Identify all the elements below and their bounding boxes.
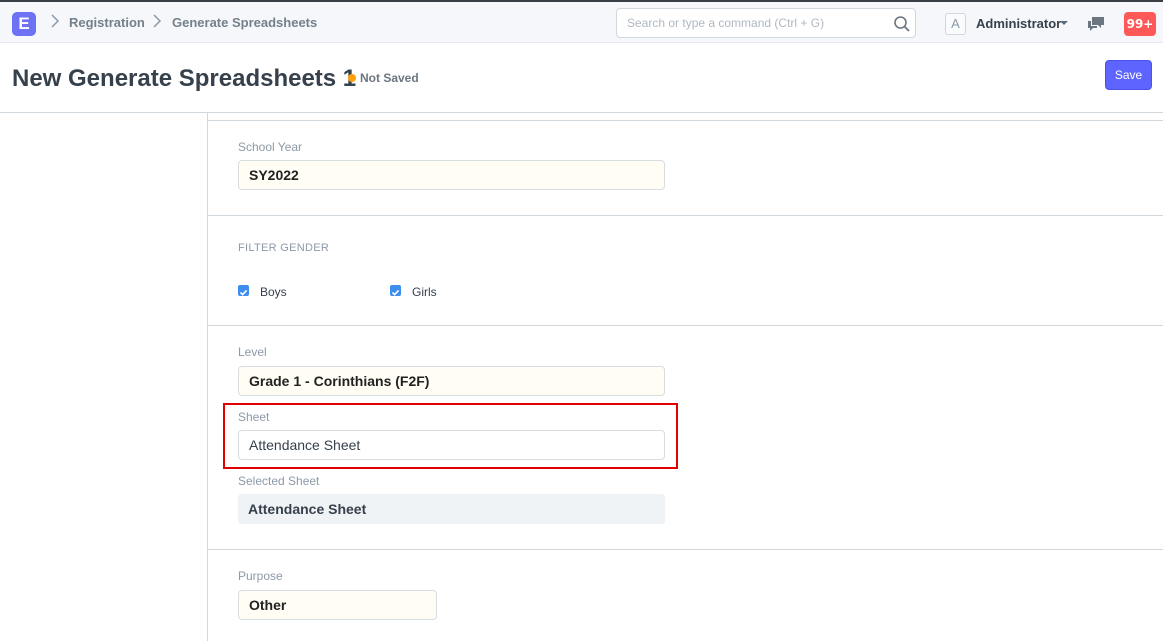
search-icon[interactable] — [893, 15, 911, 33]
search-box — [616, 8, 916, 38]
page-title: New Generate Spreadsheets 1 — [12, 65, 357, 92]
purpose-field[interactable]: Other — [238, 590, 437, 620]
purpose-label: Purpose — [238, 569, 283, 583]
breadcrumb-registration[interactable]: Registration — [69, 15, 145, 30]
girls-checkbox[interactable] — [390, 285, 401, 296]
school-year-label: School Year — [238, 140, 303, 154]
school-year-field[interactable]: SY2022 — [238, 160, 665, 190]
level-label: Level — [238, 345, 267, 359]
user-menu[interactable]: Administrator — [976, 16, 1061, 31]
form-section-filter-gender: FILTER GENDER Boys Girls — [208, 216, 1163, 326]
status-indicator-dot — [348, 74, 356, 82]
chat-icon[interactable] — [1087, 15, 1105, 33]
user-avatar[interactable]: A — [945, 13, 966, 35]
sheet-highlight-box — [223, 403, 678, 469]
form-section-purpose: Purpose Other — [208, 550, 1163, 641]
form-layout: School Year SY2022 FILTER GENDER Boys Gi… — [207, 113, 1163, 641]
boys-checkbox-label[interactable]: Boys — [260, 285, 287, 299]
caret-down-icon[interactable] — [1060, 21, 1068, 25]
filter-gender-heading: FILTER GENDER — [238, 242, 330, 254]
save-button[interactable]: Save — [1105, 60, 1152, 90]
selected-sheet-value: Attendance Sheet — [238, 494, 665, 524]
page-head: New Generate Spreadsheets 1 Not Saved Sa… — [0, 43, 1163, 113]
checkbox-checked-icon — [391, 289, 400, 296]
form-section-school-year: School Year SY2022 — [208, 121, 1163, 216]
search-input[interactable] — [617, 9, 887, 37]
app-logo[interactable]: E — [12, 12, 36, 36]
selected-sheet-label: Selected Sheet — [238, 474, 320, 488]
status-text: Not Saved — [360, 71, 419, 85]
girls-checkbox-label[interactable]: Girls — [412, 285, 437, 299]
checkbox-checked-icon — [239, 289, 248, 296]
boys-checkbox[interactable] — [238, 285, 249, 296]
chevron-right-icon — [152, 14, 162, 31]
chevron-right-icon — [50, 14, 60, 31]
form-section-top — [208, 113, 1163, 121]
notification-badge[interactable]: 99+ — [1124, 12, 1156, 36]
navbar: E Registration Generate Spreadsheets A A… — [0, 0, 1163, 43]
breadcrumb-generate-spreadsheets[interactable]: Generate Spreadsheets — [172, 15, 317, 30]
level-field[interactable]: Grade 1 - Corinthians (F2F) — [238, 366, 665, 396]
